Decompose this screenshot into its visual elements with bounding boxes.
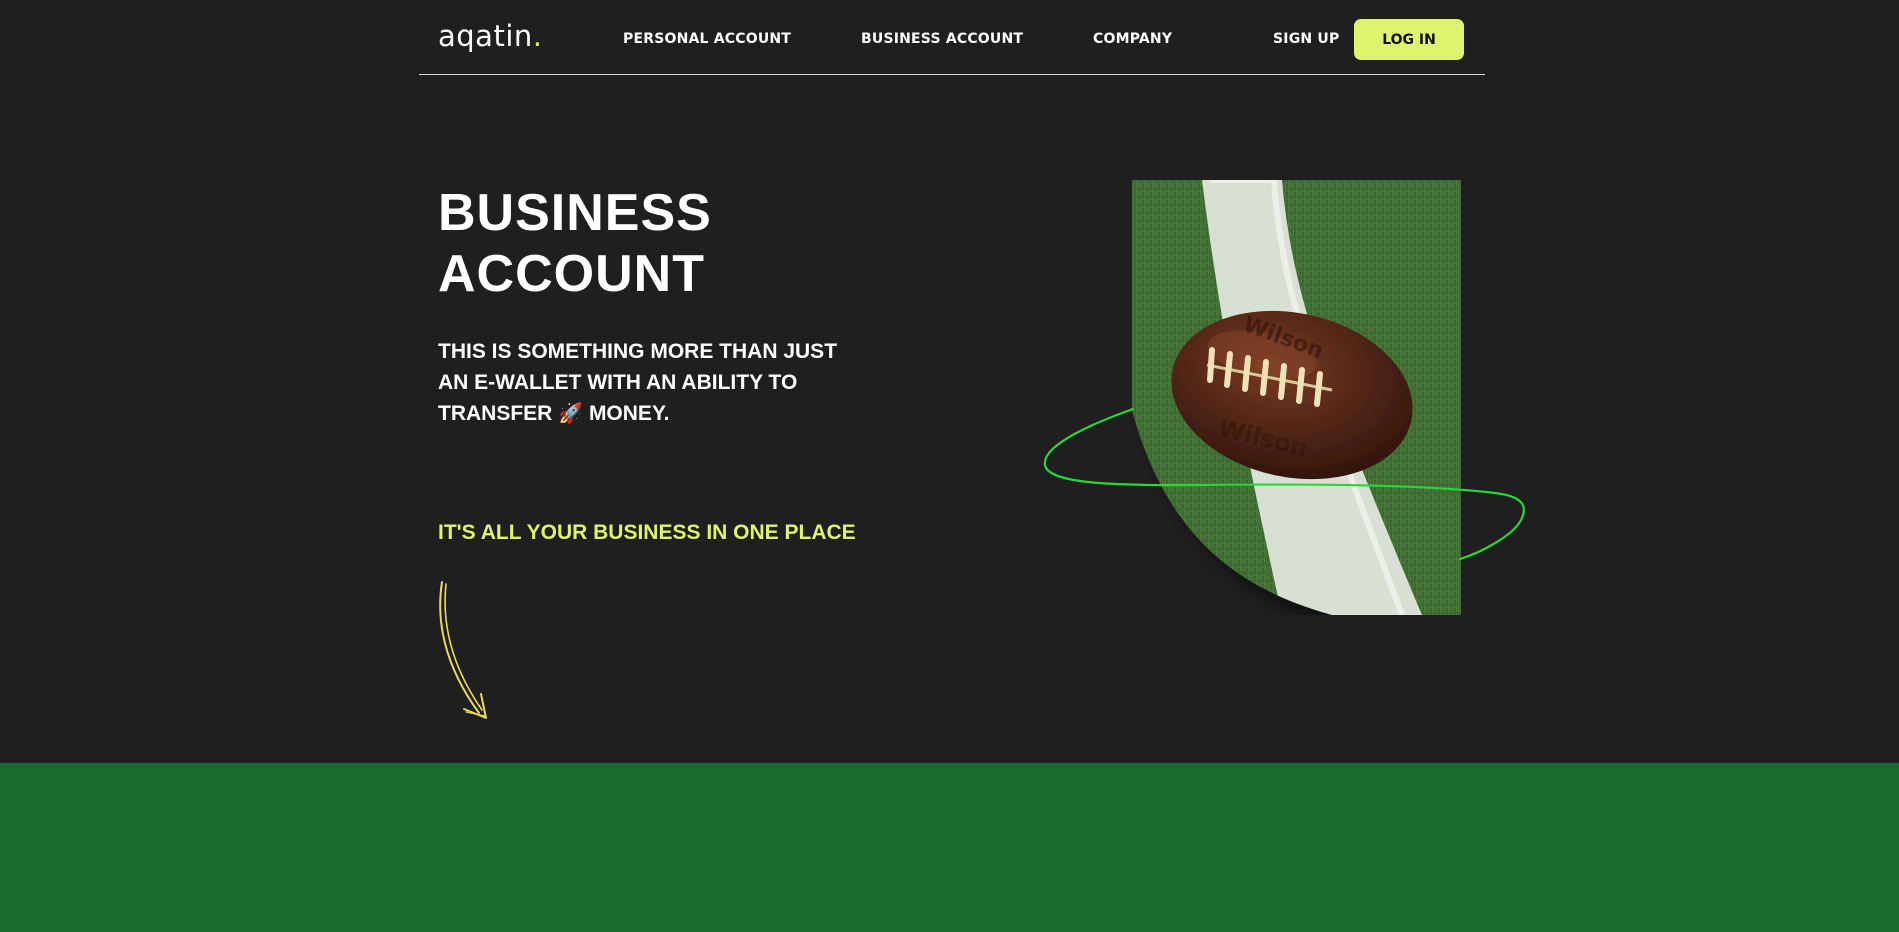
logo-text: aqatin: [438, 19, 533, 53]
rocket-icon: 🚀: [558, 403, 584, 425]
page-title-line-1: BUSINESS: [438, 184, 712, 242]
site-header: aqatin. PERSONAL ACCOUNT BUSINESS ACCOUN…: [419, 0, 1485, 75]
nav-company[interactable]: COMPANY: [1093, 32, 1172, 46]
sign-up-link[interactable]: SIGN UP: [1273, 32, 1339, 46]
nav-business-account[interactable]: BUSINESS ACCOUNT: [861, 32, 1023, 46]
logo-dot: .: [532, 19, 543, 53]
next-section-band: [0, 763, 1899, 932]
nav-personal-account[interactable]: PERSONAL ACCOUNT: [623, 32, 791, 46]
subtitle-line-3a: TRANSFER: [438, 402, 553, 425]
log-in-label: LOG IN: [1382, 31, 1436, 48]
subtitle-line-2: AN E-WALLET WITH AN ABILITY TO: [438, 371, 798, 394]
orbit-ring-decoration: [1040, 400, 1530, 570]
hand-drawn-arrow-icon: [436, 580, 506, 722]
subtitle-line-3b: MONEY.: [588, 402, 670, 425]
tagline: IT'S ALL YOUR BUSINESS IN ONE PLACE: [438, 521, 856, 544]
page-title-line-2: ACCOUNT: [438, 245, 705, 303]
page-title: BUSINESS ACCOUNT: [438, 183, 938, 305]
hero-section: [0, 0, 1899, 763]
subtitle-line-1: THIS IS SOMETHING MORE THAN JUST: [438, 340, 838, 363]
log-in-button[interactable]: LOG IN: [1354, 19, 1464, 60]
hero-subtitle: THIS IS SOMETHING MORE THAN JUST AN E-WA…: [438, 336, 898, 430]
logo[interactable]: aqatin.: [438, 22, 542, 51]
